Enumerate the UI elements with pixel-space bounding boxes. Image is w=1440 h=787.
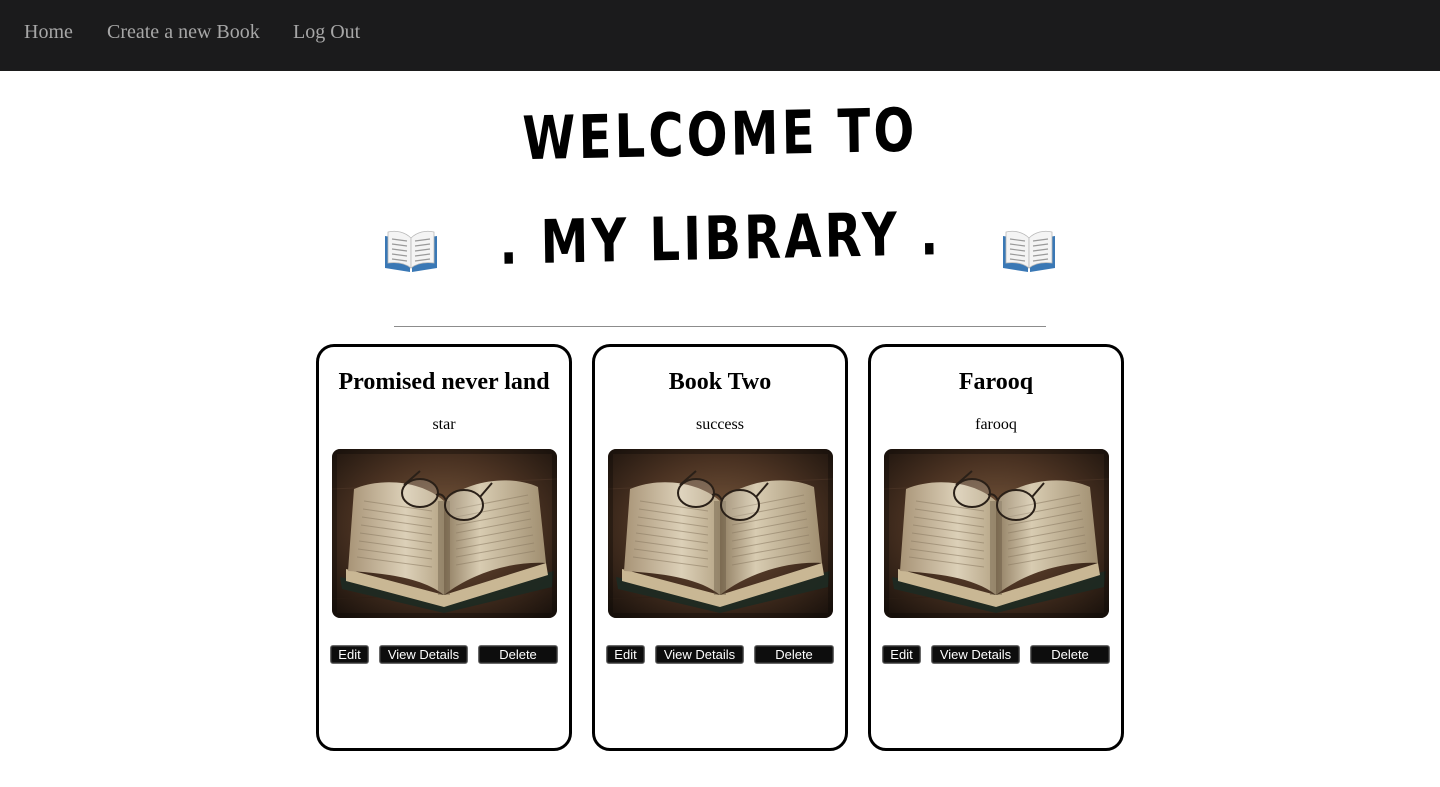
book-card: Farooq farooq Edit View Details Delete <box>868 344 1124 751</box>
book-cover-image <box>884 449 1109 618</box>
view-details-button[interactable]: View Details <box>655 645 744 664</box>
nav-home-link[interactable]: Home <box>24 21 73 44</box>
nav-logout-link[interactable]: Log Out <box>293 21 360 44</box>
section-divider <box>394 326 1046 327</box>
library-title-text: . MY LIBRARY . <box>498 199 942 279</box>
delete-button[interactable]: Delete <box>1030 645 1110 664</box>
nav-create-book-link[interactable]: Create a new Book <box>107 21 260 44</box>
welcome-text: WELCOME TO <box>521 95 919 175</box>
book-title: Promised never land <box>338 369 550 395</box>
edit-button[interactable]: Edit <box>606 645 645 664</box>
top-navbar: Home Create a new Book Log Out <box>0 0 1440 71</box>
book-author: star <box>432 416 456 433</box>
book-title: Book Two <box>668 369 772 395</box>
hero-heading-line2: . MY LIBRARY . <box>0 199 1440 279</box>
book-cover-image <box>608 449 833 618</box>
edit-button[interactable]: Edit <box>882 645 921 664</box>
book-author: farooq <box>975 416 1017 433</box>
delete-button[interactable]: Delete <box>754 645 834 664</box>
book-cover-image <box>332 449 557 618</box>
view-details-button[interactable]: View Details <box>379 645 468 664</box>
book-title: Farooq <box>958 369 1034 395</box>
open-book-icon <box>383 230 438 273</box>
delete-button[interactable]: Delete <box>478 645 558 664</box>
edit-button[interactable]: Edit <box>330 645 369 664</box>
view-details-button[interactable]: View Details <box>931 645 1020 664</box>
open-book-icon <box>1002 230 1057 273</box>
hero-heading-line1: WELCOME TO <box>0 96 1440 175</box>
book-card: Promised never land star Edit View Detai… <box>316 344 572 751</box>
book-author: success <box>696 416 744 433</box>
book-card: Book Two success Edit View Details Delet… <box>592 344 848 751</box>
